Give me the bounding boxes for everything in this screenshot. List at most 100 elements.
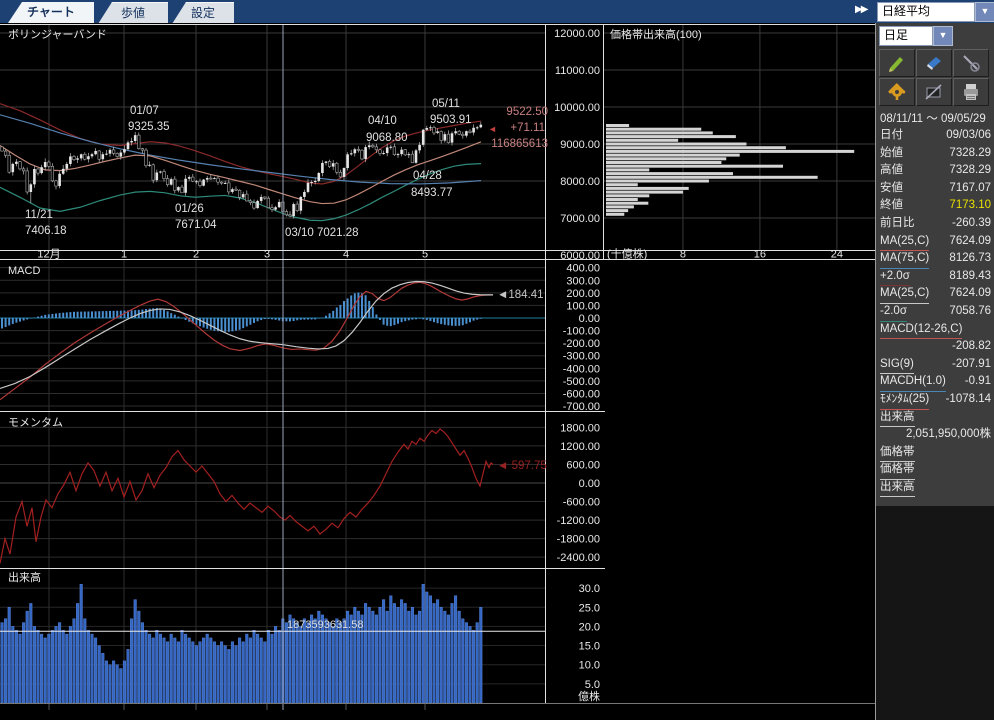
- panel-title-bollinger: ボリンジャーバンド: [8, 28, 107, 41]
- interval-combobox[interactable]: 日足 ▼: [879, 23, 994, 46]
- indicator-label: 前日比: [880, 215, 915, 233]
- volume-bar: [134, 600, 137, 703]
- macd-histogram-bar: [415, 318, 417, 319]
- pencil-tool-button[interactable]: [879, 49, 915, 77]
- indicator-label[interactable]: SIG(9): [880, 356, 914, 375]
- candle-body: [339, 172, 342, 177]
- interval-combobox-value[interactable]: 日足: [879, 26, 933, 46]
- chevron-down-icon[interactable]: ▼: [975, 2, 994, 22]
- price-band-volume-bar: [606, 157, 726, 160]
- price-band-volume-bar: [606, 176, 818, 179]
- macd-histogram-bar: [170, 313, 172, 318]
- price-band-volume-bar: [606, 191, 683, 194]
- volume-bar: [127, 649, 130, 703]
- price-band-volume-bar: [606, 194, 649, 197]
- volume-bar: [328, 623, 331, 703]
- macd-histogram-bar: [210, 318, 212, 330]
- candle-body: [307, 183, 310, 192]
- region-tool-button[interactable]: [916, 78, 952, 106]
- top-tab-bar: チャート 歩値 設定 ▶▶ 日経平均 ▼: [0, 0, 994, 23]
- candle-body: [116, 153, 119, 156]
- indicator-label[interactable]: 価格帯: [880, 444, 915, 463]
- macd-histogram-bar: [109, 311, 111, 318]
- indicator-label[interactable]: 価格帯: [880, 461, 915, 480]
- candle-body: [472, 128, 475, 133]
- volume-bar: [418, 611, 421, 703]
- volume-bar: [199, 642, 202, 703]
- indicator-label[interactable]: 出来高: [880, 409, 915, 428]
- chart-area[interactable]: 12000.0011000.0010000.009000.008000.0070…: [0, 23, 875, 720]
- candle-body: [84, 154, 87, 159]
- candle-body: [44, 162, 47, 167]
- last-price-label: 9522.50: [506, 106, 548, 118]
- price-annotation: 9325.35: [128, 121, 170, 133]
- chart-canvas[interactable]: 12000.0011000.0010000.009000.008000.0070…: [0, 23, 875, 720]
- macd-histogram-bar: [177, 317, 179, 318]
- price-axis-label: 10000.00: [554, 102, 600, 114]
- candle-body: [390, 147, 393, 148]
- candle-body: [134, 135, 137, 141]
- indicator-row: MA(25,C)7624.09: [876, 285, 994, 303]
- indicator-row: 価格帯: [876, 444, 994, 462]
- volume-bar: [148, 634, 151, 703]
- momentum-last-value-label: ◄ 597.75: [497, 460, 547, 472]
- candle-body: [465, 131, 468, 136]
- volume-bar: [264, 642, 267, 703]
- volume-bar: [217, 646, 220, 703]
- price-band-volume-bar: [606, 213, 624, 216]
- symbol-combobox-value[interactable]: 日経平均: [877, 2, 975, 22]
- indicator-label[interactable]: MA(25,C): [880, 233, 929, 252]
- indicator-label[interactable]: MACD(12-26,C): [880, 321, 962, 340]
- indicator-label[interactable]: +2.0σ: [880, 268, 910, 287]
- print-button[interactable]: [953, 78, 989, 106]
- candle-body: [285, 212, 288, 215]
- macd-histogram-bar: [393, 318, 395, 325]
- tab-settings[interactable]: 設定: [172, 2, 234, 24]
- price-axis-label: 12000.00: [554, 28, 600, 40]
- macd-histogram-bar: [372, 307, 374, 318]
- volume-bar: [436, 600, 439, 703]
- volume-bar: [469, 626, 472, 703]
- chevron-down-icon[interactable]: ▼: [933, 26, 953, 46]
- macd-histogram-bar: [48, 314, 50, 318]
- price-annotation: 9503.91: [430, 114, 472, 126]
- indicator-label[interactable]: MA(75,C): [880, 250, 929, 269]
- tab-overflow-icon[interactable]: ▶▶: [855, 4, 866, 15]
- price-band-volume-bar: [606, 135, 736, 138]
- symbol-combobox[interactable]: 日経平均 ▼: [877, 2, 994, 22]
- eraser-tool-button[interactable]: [916, 49, 952, 77]
- tab-chart[interactable]: チャート: [8, 2, 94, 23]
- volume-bar: [184, 634, 187, 703]
- candle-body: [397, 154, 400, 155]
- settings-tool-button[interactable]: [879, 78, 915, 106]
- volume-bar: [220, 642, 223, 703]
- indicator-row: +2.0σ8189.43: [876, 268, 994, 286]
- candle-body: [69, 156, 72, 164]
- candle-body: [156, 172, 159, 180]
- candle-body: [375, 147, 378, 150]
- profile-axis-label: 24: [831, 249, 843, 261]
- price-band-volume-bar: [606, 172, 733, 175]
- candle-body: [325, 162, 328, 163]
- macd-histogram-bar: [185, 318, 187, 320]
- candle-body: [386, 147, 389, 153]
- indicator-label[interactable]: -2.0σ: [880, 303, 907, 322]
- zoom-tool-button[interactable]: [953, 49, 989, 77]
- indicator-label[interactable]: MA(25,C): [880, 285, 929, 304]
- macd-histogram-bar: [404, 318, 406, 321]
- macd-histogram-bar: [33, 318, 35, 319]
- candle-body: [112, 150, 115, 154]
- macd-histogram-bar: [332, 311, 334, 318]
- indicator-label[interactable]: ﾓﾒﾝﾀﾑ(25): [880, 391, 929, 410]
- tab-tick-list[interactable]: 歩値: [98, 2, 168, 24]
- candle-body: [314, 181, 317, 182]
- macd-histogram-bar: [267, 318, 269, 319]
- candle-body: [87, 156, 90, 159]
- candle-body: [15, 162, 18, 164]
- indicator-label[interactable]: 出来高: [880, 479, 915, 498]
- candle-body: [19, 162, 22, 169]
- macd-histogram-bar: [59, 313, 61, 318]
- candle-body: [120, 153, 123, 157]
- month-axis-label: 2: [193, 249, 199, 261]
- indicator-label[interactable]: MACDH(1.0): [880, 373, 946, 392]
